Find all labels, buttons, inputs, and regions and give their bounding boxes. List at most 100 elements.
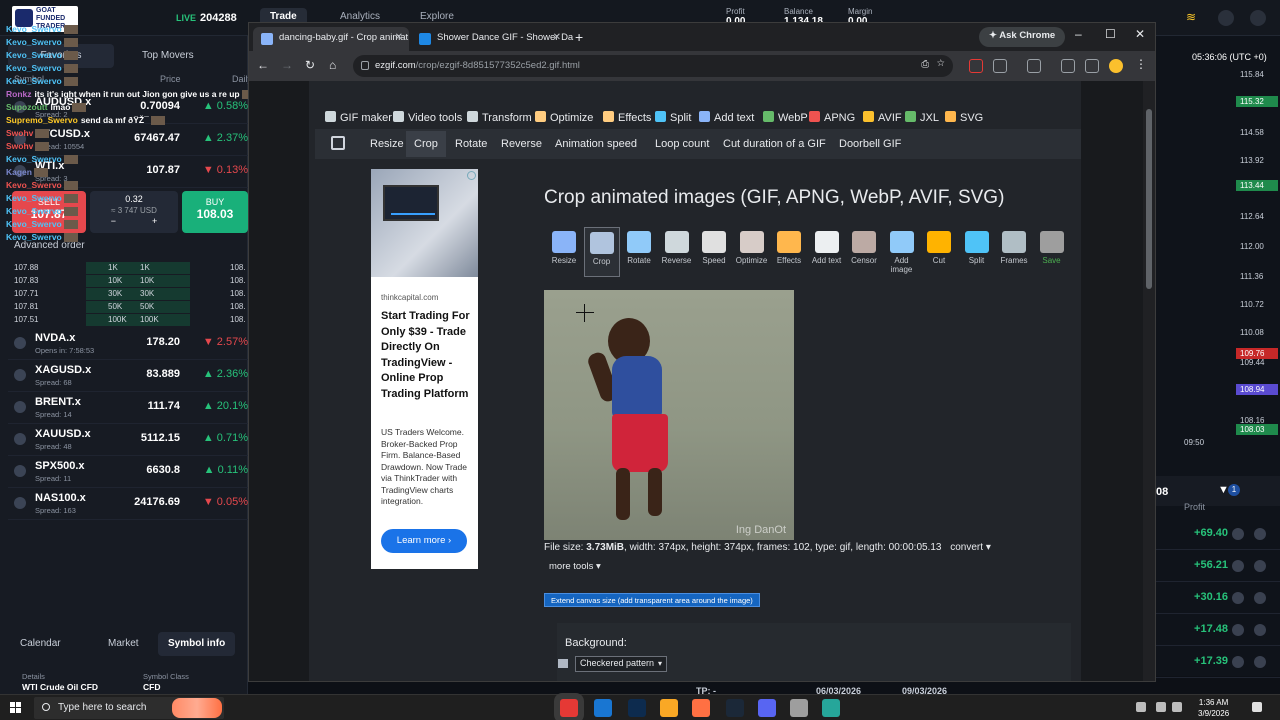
share-icon[interactable] [1254, 528, 1266, 540]
photoshop-icon[interactable] [628, 699, 646, 717]
info-icon[interactable] [1232, 656, 1244, 668]
tool-reverse[interactable]: Reverse [659, 227, 695, 277]
more-tools-dropdown[interactable]: more tools ▾ [549, 561, 601, 572]
main-nav-avif[interactable]: AVIF [863, 111, 902, 124]
advertisement[interactable]: thinkcapital.com Start Trading For Only … [371, 169, 478, 569]
tab-search-icon[interactable] [1027, 59, 1041, 73]
profile-avatar-icon[interactable] [1109, 59, 1123, 73]
main-nav-svg[interactable]: SVG [945, 111, 983, 124]
tool-add-image[interactable]: Add image [884, 227, 920, 277]
tool-cut[interactable]: Cut [921, 227, 957, 277]
sub-nav-animation-speed[interactable]: Animation speed [555, 138, 637, 150]
tab-symbol-info[interactable]: Symbol info [158, 632, 236, 656]
tool-optimize[interactable]: Optimize [734, 227, 770, 277]
sub-nav-doorbell-gif[interactable]: Doorbell GIF [839, 138, 901, 150]
main-nav-apng[interactable]: APNG [809, 111, 855, 124]
main-nav-gif-maker[interactable]: GIF maker [325, 111, 392, 124]
v-app-icon[interactable] [594, 699, 612, 717]
position-row[interactable]: +17.48 [1156, 614, 1280, 646]
back-icon[interactable]: ← [257, 58, 269, 72]
tab-market[interactable]: Market [108, 632, 139, 656]
buy-button[interactable]: BUY 108.03 [182, 191, 248, 233]
info-icon[interactable] [1232, 592, 1244, 604]
network-icon[interactable] [1156, 702, 1166, 712]
maximize-icon[interactable]: ☐ [1105, 27, 1116, 41]
sub-nav-reverse[interactable]: Reverse [501, 138, 542, 150]
close-tab-icon[interactable]: ✕ [553, 32, 561, 43]
home-icon[interactable]: ⌂ [329, 58, 336, 72]
info-icon[interactable] [1232, 624, 1244, 636]
sub-nav-resize[interactable]: Resize [370, 138, 404, 150]
symbol-row[interactable]: XAUUSD.x Spread: 48 5112.15 ▲ 0.71% [8, 424, 248, 456]
new-tab-icon[interactable]: + [575, 29, 583, 45]
main-nav-video-tools[interactable]: Video tools [393, 111, 462, 124]
info-icon[interactable] [1232, 528, 1244, 540]
position-row[interactable]: +17.39 [1156, 646, 1280, 678]
sub-nav-cut-duration-of-a-gif[interactable]: Cut duration of a GIF [723, 138, 826, 150]
media-controls-icon[interactable] [1085, 59, 1099, 73]
main-nav-jxl[interactable]: JXL [905, 111, 939, 124]
symbol-row[interactable]: XAGUSD.x Spread: 68 83.889 ▲ 2.36% [8, 360, 248, 392]
background-select[interactable]: Checkered pattern [575, 656, 667, 672]
address-bar[interactable]: ezgif.com/crop/ezgif-8d851577352c5ed2.gi… [353, 55, 953, 77]
symbol-row[interactable]: NAS100.x Spread: 163 24176.69 ▼ 0.05% [8, 488, 248, 520]
info-icon[interactable] [1232, 560, 1244, 572]
tool-effects[interactable]: Effects [771, 227, 807, 277]
brave-icon[interactable] [692, 699, 710, 717]
main-nav-split[interactable]: Split [655, 111, 691, 124]
tool-resize[interactable]: Resize [546, 227, 582, 277]
symbol-row[interactable]: NVDA.x Opens in: 7:58:53 178.20 ▼ 2.57% [8, 328, 248, 360]
wifi-icon[interactable]: ≋ [1186, 10, 1202, 26]
tool-add-text[interactable]: Add text [809, 227, 845, 277]
gif-preview[interactable]: Ing DanOt [544, 290, 794, 540]
ad-headline[interactable]: Start Trading For Only $39 - Trade Direc… [381, 309, 473, 402]
reload-icon[interactable]: ↻ [305, 58, 315, 72]
tab-dancing-baby[interactable]: dancing-baby.gif - Crop animat ✕ [253, 27, 409, 51]
main-nav-add-text[interactable]: Add text [699, 111, 754, 124]
tab-shower-dance[interactable]: Shower Dance GIF - Shower Da ✕ [411, 27, 573, 51]
chrome-icon[interactable] [560, 699, 578, 717]
share-icon[interactable] [1254, 592, 1266, 604]
ad-learn-more-button[interactable]: Learn more › [381, 529, 467, 553]
share-icon[interactable] [1254, 560, 1266, 572]
convert-dropdown[interactable]: convert ▾ [950, 542, 991, 553]
live-account[interactable]: LIVE 204288 [176, 12, 237, 24]
chrome-menu-icon[interactable]: ⋮ [1135, 57, 1147, 71]
site-info-icon[interactable] [361, 61, 369, 70]
position-row[interactable]: +69.40 [1156, 518, 1280, 550]
position-row[interactable]: +30.16 [1156, 582, 1280, 614]
symbol-row[interactable]: SPX500.x Spread: 11 6630.8 ▲ 0.11% [8, 456, 248, 488]
app-8-icon[interactable] [790, 699, 808, 717]
close-window-icon[interactable]: ✕ [1135, 27, 1145, 41]
lot-size-stepper[interactable]: 0.32 ≈ 3 747 USD − + [90, 191, 178, 233]
notification-center-icon[interactable] [1252, 702, 1262, 712]
tool-frames[interactable]: Frames [996, 227, 1032, 277]
main-nav-optimize[interactable]: Optimize [535, 111, 593, 124]
app-9-icon[interactable] [822, 699, 840, 717]
extension-red-icon[interactable] [969, 59, 983, 73]
tool-split[interactable]: Split [959, 227, 995, 277]
tool-save[interactable]: Save [1034, 227, 1070, 277]
page-scrollbar[interactable] [1143, 81, 1155, 681]
file-explorer-icon[interactable] [660, 699, 678, 717]
tab-top-movers[interactable]: Top Movers [142, 44, 194, 68]
forward-icon[interactable]: → [281, 58, 293, 72]
share-icon[interactable] [1254, 656, 1266, 668]
sub-nav-rotate[interactable]: Rotate [455, 138, 487, 150]
tool-censor[interactable]: Censor [846, 227, 882, 277]
main-nav-transform[interactable]: Transform [467, 111, 532, 124]
windows-start-icon[interactable] [10, 702, 22, 714]
tray-chevron-icon[interactable] [1136, 702, 1146, 712]
minimize-icon[interactable]: – [1075, 27, 1082, 41]
adchoices-icon[interactable] [467, 171, 476, 180]
main-nav-webp[interactable]: WebP [763, 111, 808, 124]
discord-icon[interactable] [758, 699, 776, 717]
extend-canvas-button[interactable]: Extend canvas size (add transparent area… [544, 593, 760, 607]
minus-button[interactable]: − [111, 216, 116, 226]
tab-calendar[interactable]: Calendar [20, 632, 61, 656]
notifications-icon[interactable] [1218, 10, 1234, 26]
taskbar-clock[interactable]: 1:36 AM 3/9/2026 [1198, 697, 1229, 719]
share-icon[interactable] [1254, 624, 1266, 636]
crop-home-icon[interactable] [331, 136, 345, 150]
main-nav-effects[interactable]: Effects [603, 111, 651, 124]
